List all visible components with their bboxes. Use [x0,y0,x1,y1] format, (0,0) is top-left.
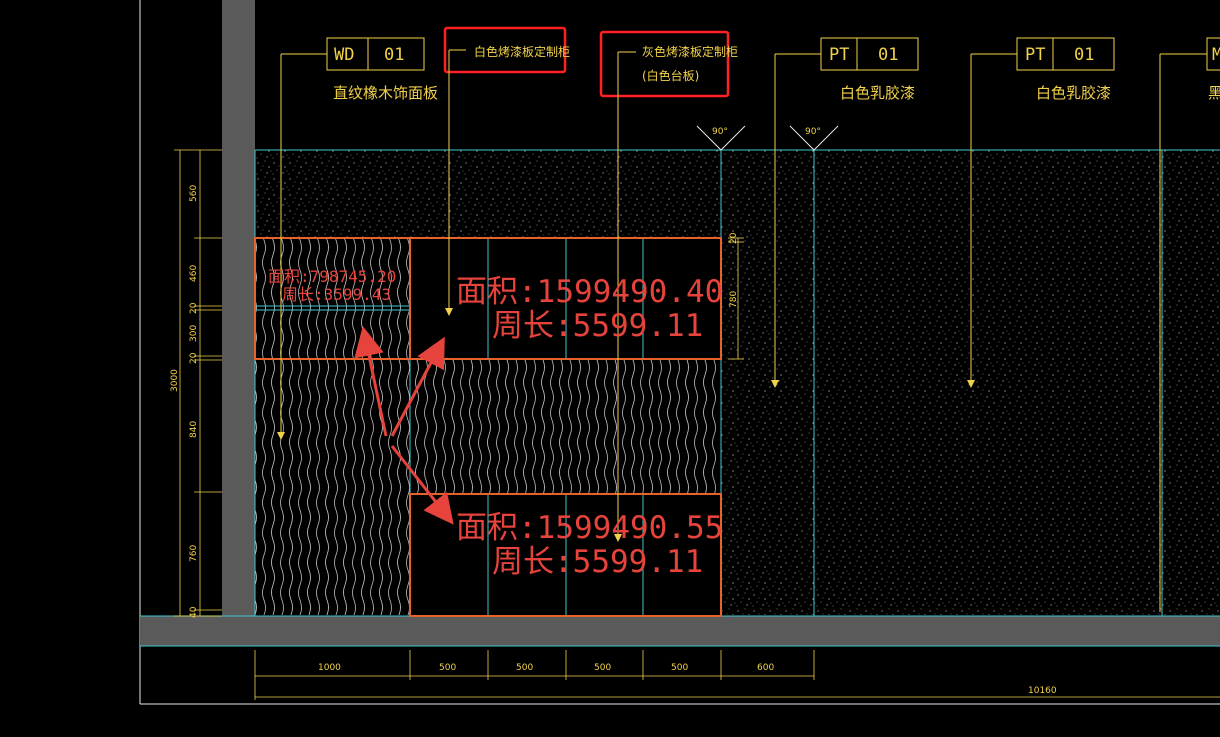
angle-label-2: 90° [805,127,821,137]
small-perim-label: 周长:3599.43 [282,285,391,304]
highlight-box-gray-cabinet [599,30,730,98]
tag-m-label: 黑 [1208,84,1220,102]
tag-wd-num: 01 [384,45,404,65]
angle-label-1: 90° [712,127,728,137]
tag-pt-a-label: 白色乳胶漆 [840,84,915,102]
dim-560: 560 [189,185,199,202]
dim-500-3: 500 [594,663,611,673]
dim-right-20: 20 [729,232,739,244]
lower-perim-label: 周长:5599.11 [492,544,703,580]
dim-20a: 20 [189,302,199,314]
tag-gray-cabinet-sub: (白色台板) [642,68,699,83]
tag-gray-cabinet-label: 灰色烤漆板定制柜 [642,44,738,59]
dim-460: 460 [189,265,199,282]
upper-perim-label: 周长:5599.11 [492,308,703,344]
wall-column [222,0,255,616]
tag-pt-b-label: 白色乳胶漆 [1036,84,1111,102]
upper-area-label: 面积:1599490.40 [456,274,723,310]
dim-840: 840 [189,421,199,438]
dim-3000: 3000 [170,369,180,392]
lower-area-label: 面积:1599490.55 [456,510,723,546]
tag-m-code: M [1212,45,1220,65]
dim-40: 40 [189,606,199,618]
dim-right-780: 780 [729,291,739,308]
dim-1000: 1000 [318,663,341,673]
small-area-label: 面积:798745.20 [268,267,396,286]
tag-pt-a-num: 01 [878,45,898,65]
tag-pt-a-code: PT [829,45,849,65]
dim-20b: 20 [189,352,199,364]
tag-pt-b-num: 01 [1074,45,1094,65]
dim-760: 760 [189,545,199,562]
dim-500-2: 500 [516,663,533,673]
dim-300: 300 [189,325,199,342]
tag-white-cabinet-label: 白色烤漆板定制柜 [474,44,570,59]
dim-600: 600 [757,663,774,673]
cad-elevation-drawing: WD 01 直纹橡木饰面板 白色烤漆板定制柜 灰色烤漆板定制柜 (白色台板) P… [139,0,1220,705]
dim-500-4: 500 [671,663,688,673]
tag-wd-code: WD [334,45,354,65]
tag-pt-b-code: PT [1025,45,1045,65]
dim-500-1: 500 [439,663,456,673]
dim-10160: 10160 [1028,686,1057,696]
tag-wd-label: 直纹橡木饰面板 [333,84,438,102]
floor-slab [140,616,1220,646]
